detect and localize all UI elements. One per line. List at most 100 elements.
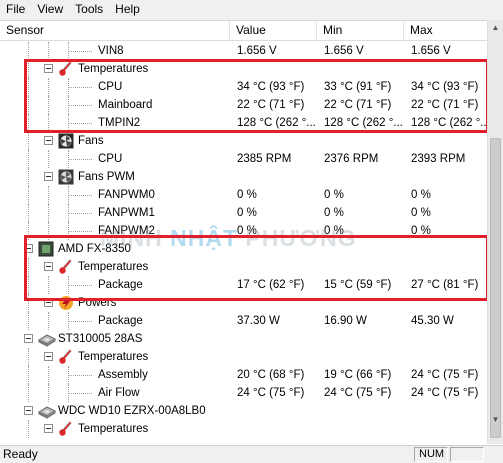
tree-guide-line — [48, 276, 49, 294]
sensor-min: 2376 RPM — [324, 153, 379, 165]
sensor-min: 19 °C (66 °F) — [324, 369, 392, 381]
collapse-toggle-icon[interactable] — [24, 244, 33, 253]
collapse-toggle-icon[interactable] — [44, 64, 53, 73]
tree-row-fans[interactable]: Fans — [0, 132, 487, 150]
tree-guide-line — [48, 150, 49, 168]
collapse-toggle-icon[interactable] — [44, 298, 53, 307]
tree-guide-line — [28, 384, 29, 402]
tree-branch-line — [68, 87, 92, 88]
sensor-max: 2393 RPM — [411, 153, 466, 165]
tree-branch-line — [68, 159, 92, 160]
menu-file[interactable]: File — [0, 0, 31, 19]
sensor-label: Mainboard — [98, 99, 153, 111]
column-header-value[interactable]: Value — [230, 21, 317, 40]
tree-row-package[interactable]: Package 37.30 W 16.90 W 45.30 W — [0, 312, 487, 330]
sensor-label: TMPIN2 — [98, 117, 141, 129]
tree-row-fans-pwm[interactable]: Fans PWM — [0, 168, 487, 186]
tree-row-powers[interactable]: Powers — [0, 294, 487, 312]
tree-branch-line — [68, 105, 92, 106]
tree-guide-line — [48, 114, 49, 132]
tree-row-st310005-28as[interactable]: ST310005 28AS — [0, 330, 487, 348]
thermometer-icon — [58, 421, 74, 437]
menu-view[interactable]: View — [31, 0, 69, 19]
sensor-value: 24 °C (75 °F) — [237, 387, 305, 399]
status-text: Ready — [3, 447, 38, 461]
tree-row-temperatures[interactable]: Temperatures — [0, 60, 487, 78]
tree-row-wdc-wd10-ezrx-00a8lb0[interactable]: WDC WD10 EZRX-00A8LB0 — [0, 402, 487, 420]
tree-row-air-flow[interactable]: Air Flow 24 °C (75 °F) 24 °C (75 °F) 24 °C … — [0, 384, 487, 402]
tree-branch-line — [68, 231, 92, 232]
collapse-toggle-icon[interactable] — [44, 172, 53, 181]
tree-guide-line — [28, 348, 29, 366]
sensor-min: 0 % — [324, 189, 344, 201]
sensor-value: 37.30 W — [237, 315, 280, 327]
thermometer-icon — [58, 349, 74, 365]
vertical-scroll-thumb[interactable] — [490, 138, 501, 438]
tree-row-fanpwm0[interactable]: FANPWM0 0 % 0 % 0 % — [0, 186, 487, 204]
sensor-label: Temperatures — [78, 351, 149, 363]
tree-row-vin8[interactable]: VIN8 1.656 V 1.656 V 1.656 V — [0, 42, 487, 60]
collapse-toggle-icon[interactable] — [24, 406, 33, 415]
sensor-min: 1.656 V — [324, 45, 364, 57]
column-header-min[interactable]: Min — [317, 21, 404, 40]
menu-help[interactable]: Help — [109, 0, 146, 19]
tree-row-temperatures[interactable]: Temperatures — [0, 258, 487, 276]
tree-guide-line — [28, 258, 29, 276]
tree-row-temperatures[interactable]: Temperatures — [0, 348, 487, 366]
sensor-label: Powers — [78, 297, 117, 309]
menu-tools[interactable]: Tools — [69, 0, 109, 19]
column-header-sensor[interactable]: Sensor — [0, 21, 230, 40]
tree-row-tmpin2[interactable]: TMPIN2 128 °C (262 °... 128 °C (262 °... 12… — [0, 114, 487, 132]
tree-guide-line — [48, 204, 49, 222]
scroll-down-icon[interactable]: ▼ — [488, 412, 503, 428]
tree-row-assembly[interactable]: Assembly 20 °C (68 °F) 19 °C (66 °F) 24 °C … — [0, 366, 487, 384]
collapse-toggle-icon[interactable] — [44, 352, 53, 361]
sensor-min: 22 °C (71 °F) — [324, 99, 392, 111]
sensor-label: Temperatures — [78, 63, 149, 75]
sensor-value: 22 °C (71 °F) — [237, 99, 305, 111]
sensor-label: Fans — [78, 135, 104, 147]
tree-row-package[interactable]: Package 17 °C (62 °F) 15 °C (59 °F) 27 °C (… — [0, 276, 487, 294]
sensor-max: 22 °C (71 °F) — [411, 99, 479, 111]
sensor-min: 33 °C (91 °F) — [324, 81, 392, 93]
tree-guide-line — [28, 204, 29, 222]
sensor-value: 17 °C (62 °F) — [237, 279, 305, 291]
sensor-label: FANPWM0 — [98, 189, 155, 201]
collapse-toggle-icon[interactable] — [44, 424, 53, 433]
sensor-label: Package — [98, 315, 143, 327]
sensor-label: WDC WD10 EZRX-00A8LB0 — [58, 405, 206, 417]
tree-guide-line — [28, 366, 29, 384]
tree-row-fanpwm1[interactable]: FANPWM1 0 % 0 % 0 % — [0, 204, 487, 222]
sensor-min: 0 % — [324, 225, 344, 237]
tree-row-cpu[interactable]: CPU 2385 RPM 2376 RPM 2393 RPM — [0, 150, 487, 168]
sensor-list[interactable]: Sensor Value Min Max VIN8 1.656 V 1.656 V 1… — [0, 20, 503, 445]
collapse-toggle-icon[interactable] — [44, 262, 53, 271]
tree-guide-line — [48, 312, 49, 330]
sensor-value: 2385 RPM — [237, 153, 292, 165]
tree-row-cpu[interactable]: CPU 34 °C (93 °F) 33 °C (91 °F) 34 °C (93 °… — [0, 78, 487, 96]
tree-branch-line — [68, 123, 92, 124]
scroll-up-icon[interactable]: ▲ — [488, 20, 503, 36]
sensor-label: Package — [98, 279, 143, 291]
tree-row-temperatures[interactable]: Temperatures — [0, 420, 487, 438]
sensor-label: CPU — [98, 153, 123, 165]
tree-branch-line — [68, 213, 92, 214]
sensor-label: CPU — [98, 81, 123, 93]
tree-guide-line — [28, 168, 29, 186]
column-header-max[interactable]: Max — [404, 21, 488, 40]
power-icon — [58, 295, 74, 311]
tree-guide-line — [28, 186, 29, 204]
tree-guide-line — [48, 366, 49, 384]
vertical-scrollbar[interactable]: ▲ ▼ — [487, 20, 503, 444]
fan-icon — [58, 133, 74, 149]
collapse-toggle-icon[interactable] — [44, 136, 53, 145]
sensor-max: 0 % — [411, 189, 431, 201]
collapse-toggle-icon[interactable] — [24, 334, 33, 343]
tree-row-fanpwm2[interactable]: FANPWM2 0 % 0 % 0 % — [0, 222, 487, 240]
tree-guide-line — [28, 42, 29, 60]
tree-row-amd-fx-8350[interactable]: AMD FX-8350 — [0, 240, 487, 258]
tree-guide-line — [28, 276, 29, 294]
tree-row-mainboard[interactable]: Mainboard 22 °C (71 °F) 22 °C (71 °F) 22 °C… — [0, 96, 487, 114]
sensor-value: 1.656 V — [237, 45, 277, 57]
sensor-max: 45.30 W — [411, 315, 454, 327]
